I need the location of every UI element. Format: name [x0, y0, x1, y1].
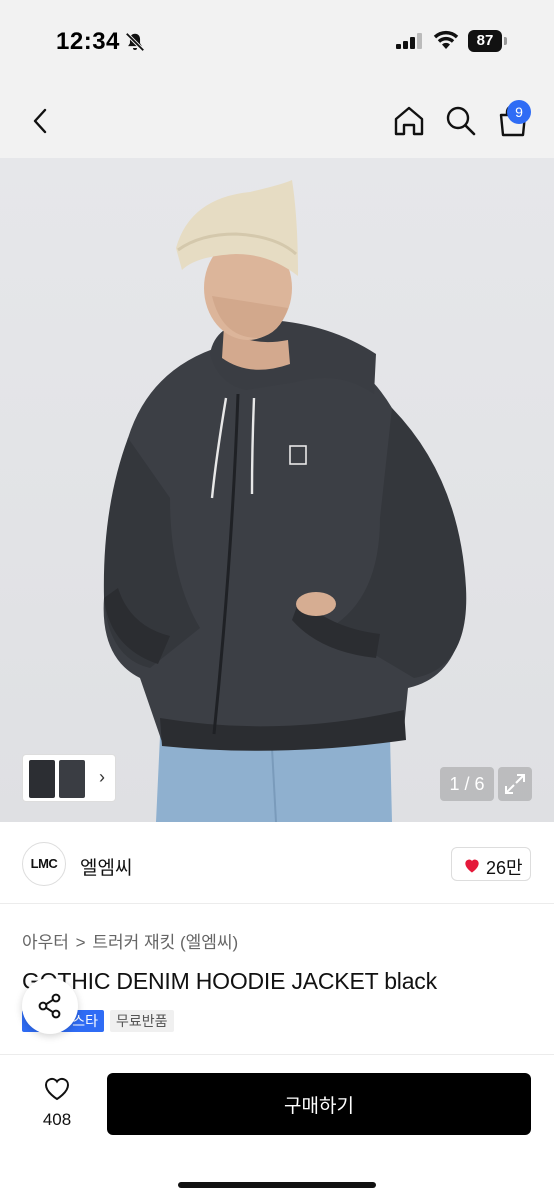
image-page-counter: 1 / 6: [440, 767, 494, 801]
brand-like-count: 26만: [486, 858, 523, 878]
expand-icon: [505, 774, 525, 794]
wishlist-button[interactable]: 408: [30, 1074, 84, 1130]
search-icon: [446, 106, 476, 136]
thumbnail-strip[interactable]: ›: [22, 754, 116, 802]
home-icon: [394, 106, 424, 136]
signal-icon: [396, 33, 422, 49]
wifi-icon: [433, 30, 459, 49]
brand-logo[interactable]: LMC: [22, 842, 66, 886]
status-time: 12:34: [56, 28, 120, 55]
status-bar: 12:34 87: [0, 0, 554, 84]
breadcrumb-separator: >: [75, 933, 86, 952]
product-image-gallery[interactable]: › 1 / 6: [0, 158, 554, 822]
buy-button[interactable]: 구매하기: [107, 1073, 531, 1135]
brand-row[interactable]: LMC 엘엠씨 26만: [0, 822, 554, 904]
thumbnail-image[interactable]: [59, 760, 85, 798]
brand-like-button[interactable]: 26만: [451, 847, 531, 881]
heart-filled-icon: [465, 859, 479, 873]
battery-icon: 87: [468, 30, 508, 52]
battery-cap: [504, 37, 507, 45]
back-button[interactable]: [24, 104, 58, 138]
home-button[interactable]: [390, 102, 428, 140]
share-button[interactable]: [22, 978, 78, 1034]
brand-name[interactable]: 엘엠씨: [80, 853, 132, 880]
breadcrumb-category[interactable]: 아우터: [22, 933, 69, 952]
category-breadcrumb[interactable]: 아우터 > 트러커 재킷 (엘엠씨): [22, 928, 240, 953]
back-icon: [33, 108, 47, 134]
expand-image-button[interactable]: [498, 767, 532, 801]
thumbnail-image[interactable]: [29, 760, 55, 798]
search-button[interactable]: [442, 102, 480, 140]
thumbnail-next-icon[interactable]: ›: [99, 767, 105, 788]
wishlist-count: 408: [42, 1110, 72, 1129]
divider: [0, 1054, 554, 1055]
breadcrumb-subcategory[interactable]: 트러커 재킷 (엘엠씨): [92, 933, 238, 952]
cart-count-badge: 9: [507, 100, 531, 124]
home-indicator: [178, 1182, 376, 1188]
heart-outline-icon: [44, 1077, 70, 1101]
share-icon: [38, 993, 61, 1019]
battery-level: 87: [468, 30, 502, 52]
product-photo: [103, 180, 467, 822]
tag-free-return: 무료반품: [110, 1010, 174, 1032]
product-title: GOTHIC DENIM HOODIE JACKET black: [22, 968, 437, 994]
bell-off-icon: [125, 32, 145, 52]
nav-header: [0, 84, 554, 158]
